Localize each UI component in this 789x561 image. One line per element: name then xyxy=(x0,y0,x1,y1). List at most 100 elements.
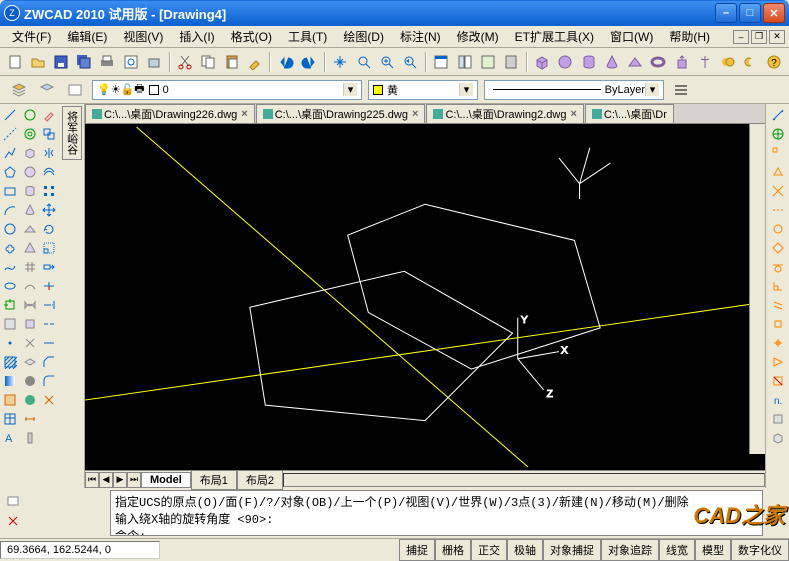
close-tab-icon[interactable]: × xyxy=(570,108,576,120)
tab-prev-icon[interactable]: ◀ xyxy=(99,472,113,488)
snap-end-icon[interactable] xyxy=(769,144,787,162)
zoom-prev-icon[interactable] xyxy=(400,51,421,73)
tab-first-icon[interactable]: ⏮ xyxy=(85,472,99,488)
line-icon[interactable] xyxy=(1,106,19,124)
polygon-icon[interactable] xyxy=(1,163,19,181)
surf2-icon[interactable] xyxy=(21,296,39,314)
pline-icon[interactable] xyxy=(1,144,19,162)
3d-revolve-icon[interactable] xyxy=(694,51,715,73)
offset-icon[interactable] xyxy=(40,163,58,181)
extend-icon[interactable] xyxy=(40,296,58,314)
snap-cen-icon[interactable] xyxy=(769,220,787,238)
circle-icon[interactable] xyxy=(1,220,19,238)
matchprop-icon[interactable] xyxy=(244,51,265,73)
surf4-icon[interactable] xyxy=(21,334,39,352)
view-iso-icon[interactable] xyxy=(769,429,787,447)
menu-view[interactable]: 视图(V) xyxy=(115,26,171,47)
saveall-icon[interactable] xyxy=(74,51,95,73)
ortho-toggle[interactable]: 正交 xyxy=(471,539,507,561)
chamfer-icon[interactable] xyxy=(40,353,58,371)
explode-icon[interactable] xyxy=(40,391,58,409)
snap-per-icon[interactable] xyxy=(769,277,787,295)
file-tab[interactable]: C:\...\桌面\Drawing226.dwg× xyxy=(85,104,255,123)
array-icon[interactable] xyxy=(40,182,58,200)
file-tab[interactable]: C:\...\桌面\Drawing225.dwg× xyxy=(256,104,426,123)
file-tab[interactable]: C:\...\桌面\Drawing2.dwg× xyxy=(426,104,583,123)
model-toggle[interactable]: 模型 xyxy=(695,539,731,561)
3d-cone-icon[interactable] xyxy=(601,51,622,73)
break-icon[interactable] xyxy=(40,315,58,333)
view-top-icon[interactable] xyxy=(769,410,787,428)
move-icon[interactable] xyxy=(40,201,58,219)
hatch-icon[interactable] xyxy=(1,353,19,371)
dist-icon[interactable] xyxy=(769,106,787,124)
chevron-down-icon[interactable]: ▾ xyxy=(343,83,357,96)
menu-file[interactable]: 文件(F) xyxy=(4,26,59,47)
cut-icon[interactable] xyxy=(175,51,196,73)
gradient-icon[interactable] xyxy=(1,372,19,390)
block-icon[interactable] xyxy=(1,315,19,333)
layout1-tab[interactable]: 布局1 xyxy=(191,470,237,490)
3d-cyl-icon[interactable] xyxy=(578,51,599,73)
xline-icon[interactable] xyxy=(1,125,19,143)
surf3-icon[interactable] xyxy=(21,315,39,333)
menu-dim[interactable]: 标注(N) xyxy=(392,26,449,47)
copy2-icon[interactable] xyxy=(40,125,58,143)
point-icon[interactable] xyxy=(1,334,19,352)
snap-toggle[interactable]: 捕捉 xyxy=(399,539,435,561)
menu-window[interactable]: 窗口(W) xyxy=(602,26,661,47)
arc-icon[interactable] xyxy=(1,201,19,219)
rectangle-icon[interactable] xyxy=(1,182,19,200)
doc-close-button[interactable]: ✕ xyxy=(769,30,785,44)
menu-edit[interactable]: 编辑(E) xyxy=(59,26,115,47)
stretch-icon[interactable] xyxy=(40,258,58,276)
preview-icon[interactable] xyxy=(120,51,141,73)
layer-states-icon[interactable] xyxy=(64,79,86,101)
properties-icon[interactable] xyxy=(431,51,452,73)
donut-icon[interactable] xyxy=(21,125,39,143)
cmd-clear-icon[interactable] xyxy=(4,512,22,530)
grid-toggle[interactable]: 栅格 xyxy=(435,539,471,561)
box3d-icon[interactable] xyxy=(21,144,39,162)
cyl3d-icon[interactable] xyxy=(21,182,39,200)
insert-icon[interactable] xyxy=(1,296,19,314)
lineweight-icon[interactable] xyxy=(670,79,692,101)
pan-icon[interactable] xyxy=(330,51,351,73)
snap-qua-icon[interactable] xyxy=(769,239,787,257)
linetype-dropdown[interactable]: ByLayer ▾ xyxy=(484,80,664,100)
calc-icon[interactable] xyxy=(500,51,521,73)
hide-icon[interactable] xyxy=(21,353,39,371)
tablet-toggle[interactable]: 数字化仪 xyxy=(731,539,789,561)
layer-dropdown[interactable]: 💡 ☀ 🔓 🖶 0 ▾ xyxy=(92,80,362,100)
3d-sphere-icon[interactable] xyxy=(555,51,576,73)
print-icon[interactable] xyxy=(97,51,118,73)
snap-int-icon[interactable] xyxy=(769,182,787,200)
fillet-icon[interactable] xyxy=(40,372,58,390)
layer-prev-icon[interactable] xyxy=(36,79,58,101)
menu-format[interactable]: 格式(O) xyxy=(223,26,280,47)
3d-wedge-icon[interactable] xyxy=(624,51,645,73)
table-icon[interactable] xyxy=(1,410,19,428)
menu-tools[interactable]: 工具(T) xyxy=(280,26,335,47)
model-tab[interactable]: Model xyxy=(141,472,191,488)
snap-non-icon[interactable] xyxy=(769,372,787,390)
open-icon[interactable] xyxy=(27,51,48,73)
vscroll-thumb[interactable] xyxy=(21,429,39,447)
render-icon[interactable] xyxy=(21,391,39,409)
chevron-down-icon[interactable]: ▾ xyxy=(459,83,473,96)
erase-icon[interactable] xyxy=(40,106,58,124)
layer-manager-icon[interactable] xyxy=(8,79,30,101)
cmd-history-icon[interactable] xyxy=(4,492,22,510)
wedge3d-icon[interactable] xyxy=(21,220,39,238)
region-icon[interactable] xyxy=(1,391,19,409)
doc-restore-button[interactable]: ❐ xyxy=(751,30,767,44)
dim-icon[interactable] xyxy=(21,410,39,428)
pyramid-icon[interactable] xyxy=(21,239,39,257)
close-tab-icon[interactable]: × xyxy=(241,108,247,120)
paste-icon[interactable] xyxy=(221,51,242,73)
circle2-icon[interactable] xyxy=(21,106,39,124)
maximize-button[interactable]: □ xyxy=(739,3,761,23)
mtext-icon[interactable]: A xyxy=(1,429,19,447)
doc-minimize-button[interactable]: – xyxy=(733,30,749,44)
scale-icon[interactable] xyxy=(40,239,58,257)
